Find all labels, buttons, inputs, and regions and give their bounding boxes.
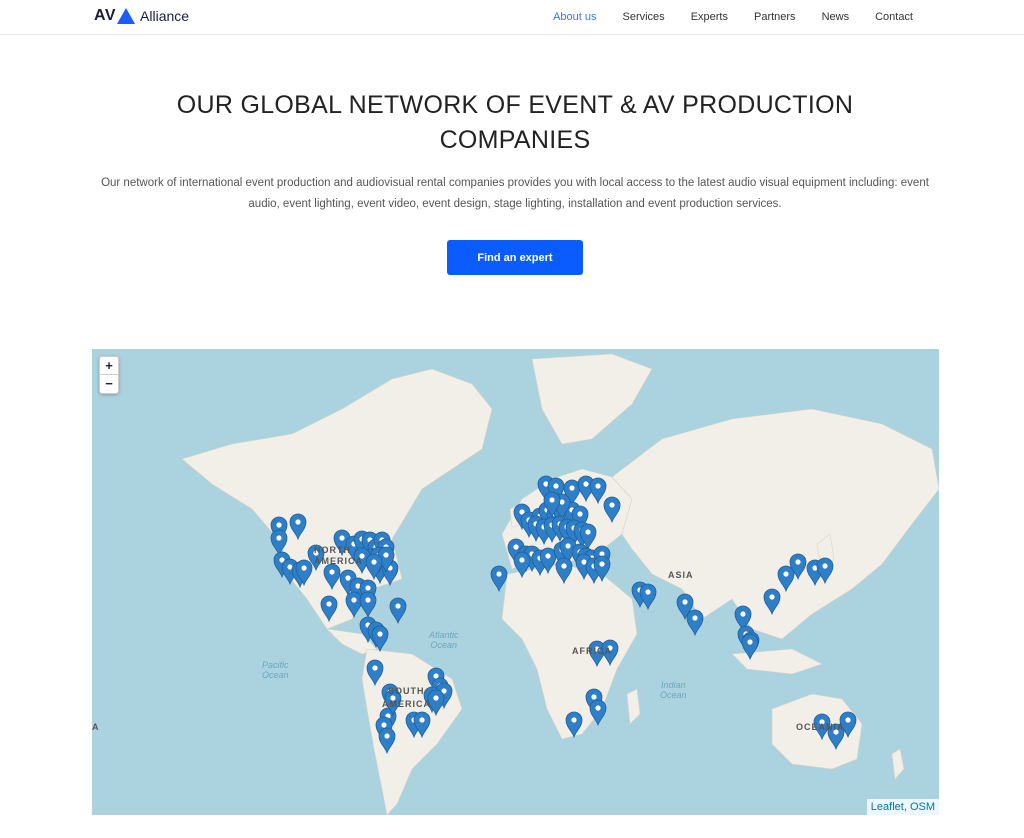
land-indonesia bbox=[731, 648, 823, 675]
nav-about-us[interactable]: About us bbox=[540, 11, 609, 23]
map-marker-icon[interactable] bbox=[639, 583, 657, 611]
av-alliance-logo[interactable]: AV Alliance bbox=[94, 5, 189, 27]
nav-services[interactable]: Services bbox=[610, 11, 678, 23]
logo-name: Alliance bbox=[140, 8, 190, 24]
nav-experts[interactable]: Experts bbox=[678, 11, 741, 23]
world-map[interactable]: + − NORTH AMERICA SOUTH AMERICA ASIA AFR… bbox=[92, 349, 939, 815]
attribution-leaflet-link[interactable]: Leaflet bbox=[871, 801, 904, 813]
zoom-out-button[interactable]: − bbox=[100, 375, 118, 393]
land-greenland bbox=[531, 353, 653, 445]
map-attribution: Leaflet, OSM bbox=[866, 799, 939, 815]
zoom-in-button[interactable]: + bbox=[100, 357, 118, 375]
map-marker-icon[interactable] bbox=[389, 597, 407, 625]
map-marker-icon[interactable] bbox=[686, 609, 704, 637]
nav-news[interactable]: News bbox=[809, 11, 863, 23]
land-madagascar bbox=[626, 688, 641, 725]
find-an-expert-button[interactable]: Find an expert bbox=[447, 240, 583, 275]
intro-line-2: audio, event lighting, event video, even… bbox=[248, 198, 782, 210]
logo-triangle-icon bbox=[117, 8, 136, 24]
main-nav: About us Services Experts Partners News … bbox=[540, 0, 926, 34]
land-north-america bbox=[181, 368, 493, 630]
attribution-osm-link[interactable]: OSM bbox=[910, 801, 935, 813]
nav-contact[interactable]: Contact bbox=[862, 11, 926, 23]
page-title: OUR GLOBAL NETWORK OF EVENT & AV PRODUCT… bbox=[140, 88, 890, 158]
map-marker-icon[interactable] bbox=[359, 591, 377, 619]
intro-paragraph: Our network of international event produ… bbox=[90, 173, 940, 215]
map-marker-icon[interactable] bbox=[490, 565, 508, 593]
map-land-layer bbox=[181, 353, 939, 815]
top-navigation-bar: AV Alliance About us Services Experts Pa… bbox=[0, 0, 1024, 35]
intro-line-1: Our network of international event produ… bbox=[101, 177, 929, 189]
logo-prefix: AV bbox=[94, 7, 117, 24]
nav-partners[interactable]: Partners bbox=[741, 11, 809, 23]
land-new-zealand bbox=[891, 748, 905, 780]
zoom-control: + − bbox=[99, 356, 119, 394]
page-title-line-1: OUR GLOBAL NETWORK OF EVENT & AV PRODUCT… bbox=[176, 91, 854, 119]
page-title-line-2: COMPANIES bbox=[439, 126, 591, 154]
